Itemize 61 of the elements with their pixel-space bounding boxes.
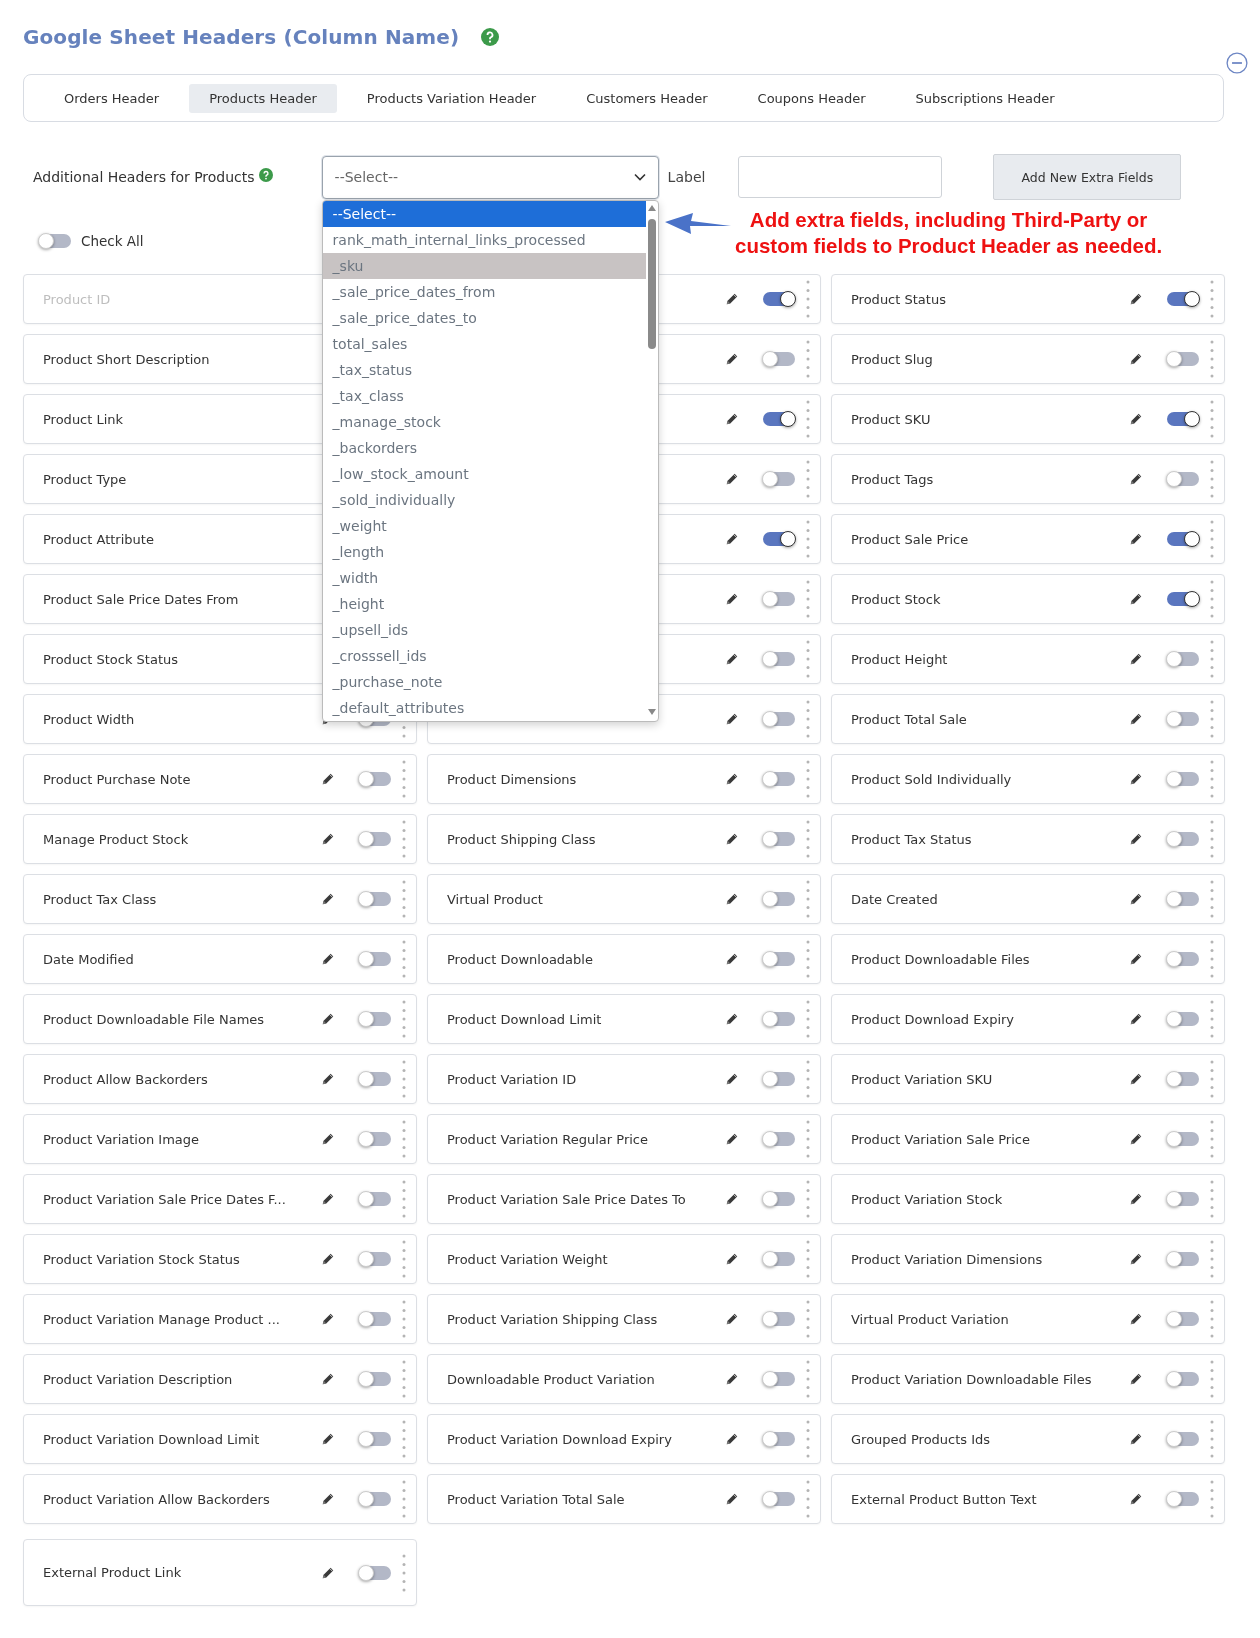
field-name: Product Variation SKU bbox=[851, 1071, 993, 1087]
field-name: Product Stock bbox=[851, 591, 941, 607]
field-name: Product Tax Class bbox=[43, 891, 157, 907]
field-name: Product Allow Backorders bbox=[43, 1071, 208, 1087]
field-name: Grouped Products Ids bbox=[851, 1431, 991, 1447]
field-name: Product Variation Shipping Class bbox=[447, 1311, 658, 1327]
field-name: Product Width bbox=[43, 711, 135, 727]
field-name: Product Variation Sale Price bbox=[851, 1131, 1030, 1147]
field-name: Product Slug bbox=[851, 351, 933, 367]
field-name: Product Variation Allow Backorders bbox=[43, 1491, 270, 1507]
field-name: Product Dimensions bbox=[447, 771, 577, 787]
field-name: Product Download Expiry bbox=[851, 1011, 1015, 1027]
field-name: Product Link bbox=[43, 411, 124, 427]
field-name: Product Variation Sale Price Dates To bbox=[447, 1191, 686, 1207]
field-name: Downloadable Product Variation bbox=[447, 1371, 655, 1387]
field-name: Product Variation Stock bbox=[851, 1191, 1003, 1207]
field-name: Product Height bbox=[851, 651, 948, 667]
field-name: Product Attribute bbox=[43, 531, 154, 547]
field-name: Product Downloadable Files bbox=[851, 951, 1030, 967]
field-name: Product Total Sale bbox=[851, 711, 967, 727]
field-name: Product Sale Price bbox=[851, 531, 969, 547]
field-name: External Product Link bbox=[43, 1565, 182, 1580]
field-name: Product Variation Regular Price bbox=[447, 1131, 648, 1147]
page-title: Google Sheet Headers (Column Name) bbox=[23, 25, 460, 49]
field-name: Product Variation Total Sale bbox=[447, 1491, 625, 1507]
field-name: Product Purchase Note bbox=[43, 771, 191, 787]
field-name: Date Created bbox=[851, 891, 938, 907]
field-name: Product Variation Download Limit bbox=[43, 1431, 260, 1447]
field-label: Label bbox=[667, 169, 706, 185]
field-name: Product Variation ID bbox=[447, 1071, 577, 1087]
field-name: Product Short Description bbox=[43, 351, 210, 367]
field-name: Product Downloadable bbox=[447, 951, 593, 967]
toggle-label: Check All bbox=[81, 233, 144, 249]
field-name: Product Tax Status bbox=[851, 831, 972, 847]
field-name: Product Variation Manage Product ... bbox=[43, 1311, 280, 1327]
annotation-text: Add extra fields, including Third-Party or custom fields to Product Header as needed. bbox=[735, 207, 1163, 259]
field-name: Product Sale Price Dates From bbox=[43, 591, 239, 607]
field-name: Product Variation Download Expiry bbox=[447, 1431, 672, 1447]
field-name: Virtual Product bbox=[447, 891, 543, 907]
field-name: Product Variation Downloadable Files bbox=[851, 1371, 1092, 1387]
field-name: Product ID bbox=[43, 291, 111, 307]
field-name: Date Modified bbox=[43, 951, 134, 967]
field-name: Product Variation Stock Status bbox=[43, 1251, 240, 1267]
field-name: Product Variation Sale Price Dates F... bbox=[43, 1191, 286, 1207]
field-name: Product Variation Dimensions bbox=[851, 1251, 1043, 1267]
field-name: Product Sold Individually bbox=[851, 771, 1012, 787]
field-name: Product Downloadable File Names bbox=[43, 1011, 265, 1027]
field-name: Product Tags bbox=[851, 471, 934, 487]
field-name: Virtual Product Variation bbox=[851, 1311, 1009, 1327]
field-label: Additional Headers for Products bbox=[33, 169, 255, 185]
field-name: Product SKU bbox=[851, 411, 931, 427]
field-name: Product Stock Status bbox=[43, 651, 179, 667]
field-name: Product Type bbox=[43, 471, 127, 487]
field-name: Product Shipping Class bbox=[447, 831, 596, 847]
field-name: Manage Product Stock bbox=[43, 831, 189, 847]
field-name: Product Variation Weight bbox=[447, 1251, 608, 1267]
field-name: Product Download Limit bbox=[447, 1011, 602, 1027]
field-name: External Product Button Text bbox=[851, 1491, 1037, 1507]
field-name: Product Variation Image bbox=[43, 1131, 199, 1147]
field-name: Product Variation Description bbox=[43, 1371, 233, 1387]
field-name: Product Status bbox=[851, 291, 946, 307]
